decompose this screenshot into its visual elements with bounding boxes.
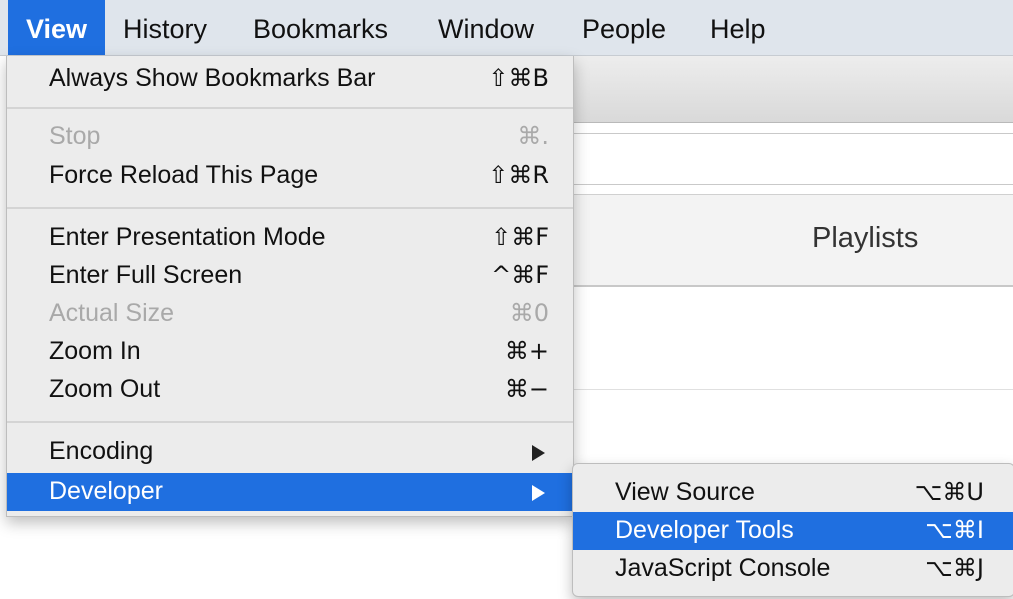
developer-submenu: View Source ⌥⌘U Developer Tools ⌥⌘I Java… (572, 463, 1013, 597)
menu-item-label: Always Show Bookmarks Bar (49, 64, 376, 92)
menu-item-label: Enter Full Screen (49, 261, 243, 289)
menu-item-developer[interactable]: Developer (7, 473, 573, 511)
menu-item-label: Developer (49, 477, 163, 505)
menubar-help[interactable]: Help (710, 0, 766, 55)
content-divider (570, 389, 1013, 390)
playlists-heading[interactable]: Playlists (812, 222, 918, 255)
menubar-history[interactable]: History (123, 0, 207, 55)
address-bar[interactable] (570, 133, 1013, 185)
menu-bar: View History Bookmarks Window People Hel… (0, 0, 1013, 56)
menu-item-developer-tools[interactable]: Developer Tools ⌥⌘I (573, 512, 1013, 550)
browser-toolbar (570, 56, 1013, 123)
menu-item-encoding[interactable]: Encoding (7, 433, 573, 471)
menu-item-zoom-out[interactable]: Zoom Out ⌘− (7, 371, 573, 409)
menu-item-label: Force Reload This Page (49, 161, 319, 189)
menu-item-force-reload[interactable]: Force Reload This Page ⇧⌘R (7, 157, 573, 195)
menu-separator (7, 421, 573, 423)
menu-item-shortcut: ⇧⌘R (488, 161, 549, 189)
menu-item-label: Enter Presentation Mode (49, 223, 326, 251)
menu-item-enter-full-screen[interactable]: Enter Full Screen ^⌘F (7, 257, 573, 295)
menu-item-label: Developer Tools (615, 516, 794, 544)
menu-item-zoom-in[interactable]: Zoom In ⌘+ (7, 333, 573, 371)
menu-item-shortcut: ⌥⌘U (914, 478, 984, 506)
menu-item-label: View Source (615, 478, 755, 506)
menu-item-javascript-console[interactable]: JavaScript Console ⌥⌘J (573, 550, 1013, 588)
menu-separator (7, 107, 573, 109)
menubar-people[interactable]: People (582, 0, 666, 55)
menu-item-shortcut: ⌥⌘I (925, 516, 984, 544)
menubar-bookmarks[interactable]: Bookmarks (253, 0, 388, 55)
menu-item-label: Zoom In (49, 337, 141, 365)
menu-item-actual-size: Actual Size ⌘0 (7, 295, 573, 333)
menu-item-label: Zoom Out (49, 375, 161, 403)
menu-item-shortcut: ⇧⌘B (488, 64, 549, 92)
menu-item-shortcut: ⌘− (504, 375, 549, 403)
menu-item-label: Stop (49, 122, 101, 150)
menu-item-shortcut: ⌘+ (504, 337, 549, 365)
menu-item-label: JavaScript Console (615, 554, 831, 582)
page-header (570, 194, 1013, 287)
menu-item-shortcut: ⌘0 (509, 299, 549, 327)
menu-item-shortcut: ⇧⌘F (491, 223, 549, 251)
submenu-arrow-icon (532, 445, 545, 461)
menu-item-stop: Stop ⌘. (7, 118, 573, 156)
menu-item-label: Actual Size (49, 299, 175, 327)
menu-item-enter-presentation-mode[interactable]: Enter Presentation Mode ⇧⌘F (7, 219, 573, 257)
menubar-window[interactable]: Window (438, 0, 534, 55)
menu-item-shortcut: ^⌘F (491, 261, 549, 289)
menu-item-shortcut: ⌘. (517, 122, 549, 150)
menu-item-shortcut: ⌥⌘J (925, 554, 984, 582)
menu-item-always-show-bookmarks-bar[interactable]: Always Show Bookmarks Bar ⇧⌘B (7, 60, 573, 98)
submenu-arrow-icon (532, 485, 545, 501)
menubar-view[interactable]: View (8, 0, 106, 55)
menu-item-view-source[interactable]: View Source ⌥⌘U (573, 474, 1013, 512)
menu-separator (7, 207, 573, 209)
menu-item-label: Encoding (49, 437, 154, 465)
view-menu: Always Show Bookmarks Bar ⇧⌘B Stop ⌘. Fo… (6, 56, 574, 517)
